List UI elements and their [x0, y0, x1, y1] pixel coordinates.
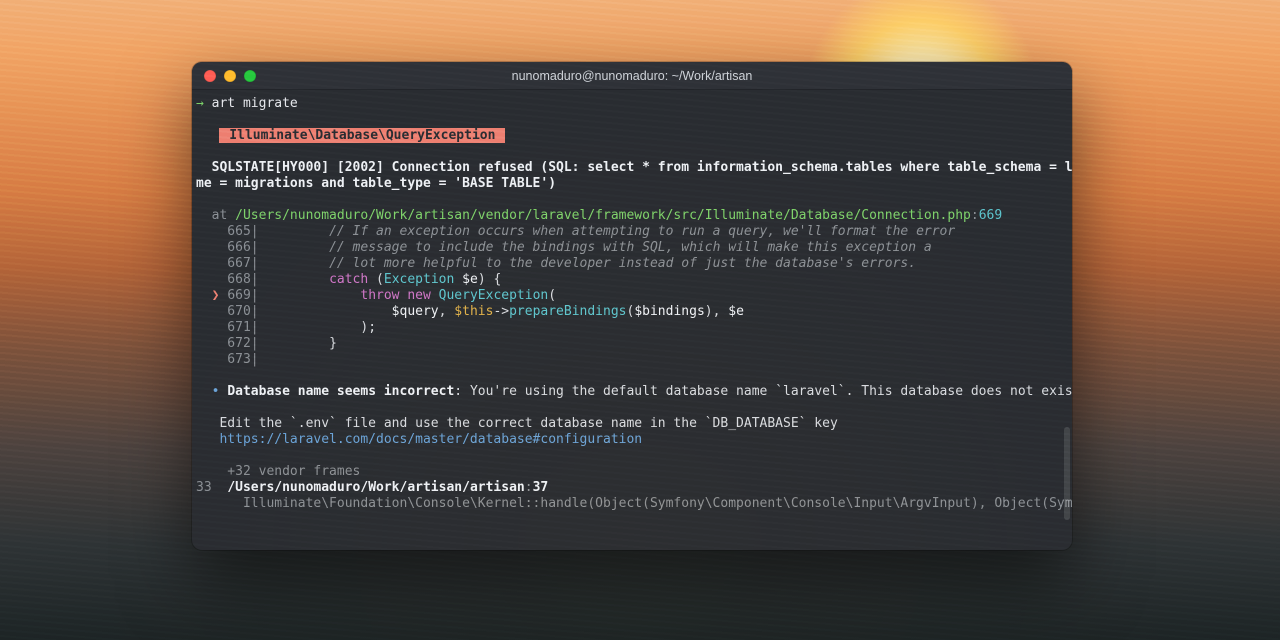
close-icon[interactable] [204, 70, 216, 82]
traffic-lights [204, 70, 256, 82]
window-titlebar[interactable]: nunomaduro@nunomaduro: ~/Work/artisan [192, 62, 1072, 90]
scrollbar[interactable] [1064, 120, 1070, 546]
window-title: nunomaduro@nunomaduro: ~/Work/artisan [192, 68, 1072, 84]
maximize-icon[interactable] [244, 70, 256, 82]
terminal-output: → art migrate Illuminate\Database\QueryE… [196, 96, 1068, 512]
terminal-window: nunomaduro@nunomaduro: ~/Work/artisan → … [192, 62, 1072, 550]
terminal-content[interactable]: → art migrate Illuminate\Database\QueryE… [192, 90, 1072, 550]
minimize-icon[interactable] [224, 70, 236, 82]
scrollbar-thumb[interactable] [1064, 427, 1070, 521]
